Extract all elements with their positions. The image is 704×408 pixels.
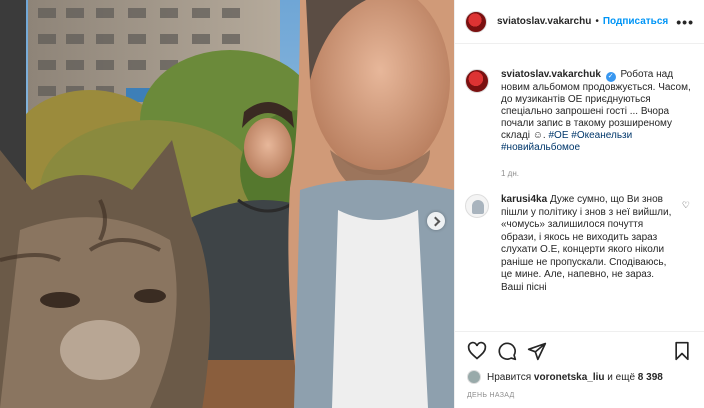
hashtag-okeanelzy[interactable]: #Океанельзи: [571, 130, 632, 141]
liker-avatar[interactable]: [467, 370, 481, 384]
post-header: sviatoslav.vakarchu • Подписаться •••: [455, 0, 704, 44]
likes-middle: и ещё: [607, 371, 636, 383]
caption-time[interactable]: 1 дн.: [501, 168, 691, 180]
more-options-icon[interactable]: •••: [676, 14, 694, 30]
post-photo[interactable]: [0, 0, 454, 408]
hashtag-new-album[interactable]: #новийальбомое: [501, 142, 580, 153]
comment-like-icon[interactable]: ♡: [682, 200, 690, 211]
comments-list[interactable]: sviatoslav.vakarchuk ✓ Робота над новим …: [455, 45, 704, 330]
action-icons: [467, 340, 692, 362]
comment-item: karusi4ka Дуже сумно, що Ви знов пішли у…: [465, 194, 694, 294]
commenter-avatar[interactable]: [465, 194, 489, 218]
comment-body: karusi4ka Дуже сумно, що Ви знов пішли у…: [501, 194, 679, 294]
likes-summary: Нравится voronetska_liu и ещё 8 398: [467, 370, 692, 384]
caption-username[interactable]: sviatoslav.vakarchuk: [501, 69, 601, 80]
comment-text: Дуже сумно, що Ви знов пішли у політику …: [501, 194, 672, 293]
caption-body: sviatoslav.vakarchuk ✓ Робота над новим …: [501, 69, 691, 180]
caption-avatar[interactable]: [465, 69, 489, 93]
follow-button[interactable]: Подписаться: [603, 16, 668, 27]
likes-count[interactable]: 8 398: [638, 372, 663, 383]
hashtag-oe[interactable]: #ОЕ: [549, 130, 569, 141]
post-actions: Нравится voronetska_liu и ещё 8 398 ДЕНЬ…: [455, 331, 704, 408]
post-date[interactable]: ДЕНЬ НАЗАД: [467, 392, 692, 399]
likes-prefix: Нравится: [487, 371, 532, 383]
share-icon[interactable]: [527, 341, 547, 361]
verified-badge-icon: ✓: [605, 72, 616, 82]
author-avatar[interactable]: [465, 10, 487, 33]
comment-username[interactable]: karusi4ka: [501, 194, 547, 205]
post-side-panel: sviatoslav.vakarchu • Подписаться ••• sv…: [454, 0, 704, 408]
header-username[interactable]: sviatoslav.vakarchu: [497, 16, 591, 27]
liker-username[interactable]: voronetska_liu: [534, 372, 605, 383]
bookmark-icon[interactable]: [672, 341, 692, 361]
selfie-photo-image: [0, 0, 454, 408]
caption: sviatoslav.vakarchuk ✓ Робота над новим …: [465, 45, 694, 180]
header-separator: •: [595, 16, 599, 27]
comment-icon[interactable]: [497, 341, 517, 361]
next-arrow-icon[interactable]: [427, 212, 445, 230]
heart-icon[interactable]: [467, 341, 487, 361]
